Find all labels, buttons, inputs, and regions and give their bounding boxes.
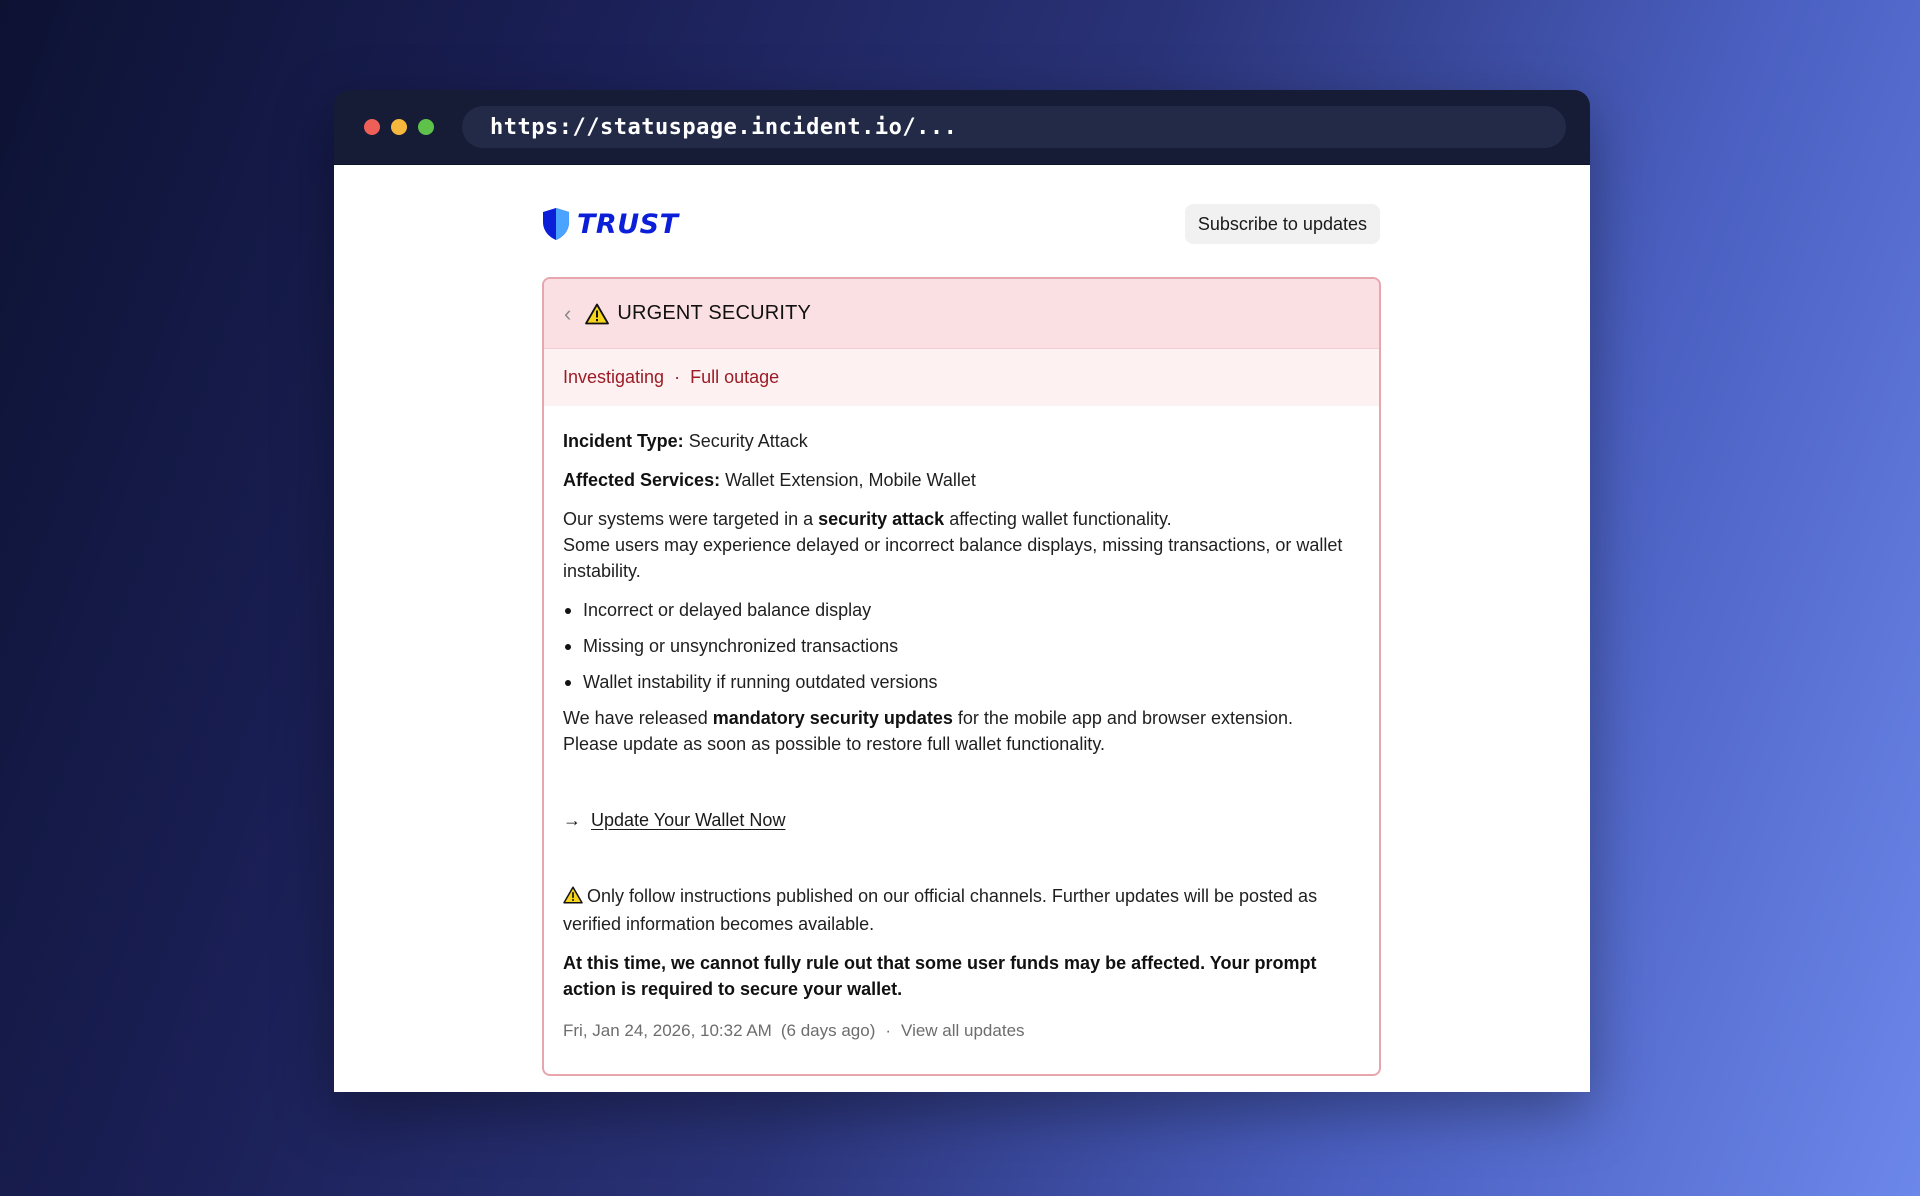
view-all-updates-link[interactable]: View all updates	[901, 1018, 1025, 1044]
arrow-right-icon: →	[563, 810, 581, 830]
status-page: TRUST Subscribe to updates ‹ URGENT SECU…	[334, 165, 1590, 1092]
incident-date: Fri, Jan 24, 2026, 10:32 AM	[563, 1021, 772, 1040]
update-wallet-link[interactable]: Update Your Wallet Now	[591, 807, 785, 833]
incident-body: Incident Type: Security Attack Affected …	[544, 406, 1379, 1044]
status-separator: ·	[674, 367, 681, 387]
close-window-dot[interactable]	[364, 119, 380, 135]
incident-status-row: Investigating · Full outage	[544, 349, 1379, 406]
incident-type: Incident Type: Security Attack	[563, 428, 1361, 454]
funds-warning-text: At this time, we cannot fully rule out t…	[563, 953, 1317, 999]
browser-titlebar: https://statuspage.incident.io/...	[334, 90, 1590, 165]
update-bold: mandatory security updates	[712, 708, 953, 728]
description-text-end: affecting wallet functionality.	[944, 509, 1172, 529]
incident-type-value: Security Attack	[688, 431, 808, 451]
incident-title: URGENT SECURITY	[617, 302, 812, 324]
chevron-left-icon[interactable]: ‹	[564, 302, 571, 325]
list-item: Wallet instability if running outdated v…	[563, 669, 1361, 695]
list-item: Incorrect or delayed balance display	[563, 597, 1361, 623]
incident-relative-time: (6 days ago)	[780, 1021, 876, 1040]
incident-card: ‹ URGENT SECURITY Investigating · Full o…	[542, 277, 1381, 1076]
trust-logo[interactable]: TRUST	[541, 207, 679, 241]
logo-text: TRUST	[577, 208, 679, 240]
update-text: We have released	[563, 708, 713, 728]
notice-text: Only follow instructions published on ou…	[563, 886, 1318, 934]
funds-warning: At this time, we cannot fully rule out t…	[563, 950, 1361, 1002]
affected-services: Affected Services: Wallet Extension, Mob…	[563, 467, 1361, 493]
update-wallet-cta: → Update Your Wallet Now	[563, 807, 1361, 833]
maximize-window-dot[interactable]	[418, 119, 434, 135]
description-text: Our systems were targeted in a	[563, 509, 819, 529]
affected-services-value: Wallet Extension, Mobile Wallet	[725, 470, 976, 490]
address-bar-url: https://statuspage.incident.io/...	[490, 114, 958, 140]
address-bar[interactable]: https://statuspage.incident.io/...	[462, 106, 1566, 148]
official-channels-notice: Only follow instructions published on ou…	[563, 883, 1361, 937]
description-bold: security attack	[818, 509, 945, 529]
subscribe-button[interactable]: Subscribe to updates	[1184, 204, 1380, 244]
browser-window: https://statuspage.incident.io/... TRUST…	[334, 90, 1590, 1092]
page-header: TRUST Subscribe to updates	[541, 203, 1380, 245]
minimize-window-dot[interactable]	[391, 119, 407, 135]
window-controls	[364, 119, 434, 135]
incident-description: Our systems were targeted in a security …	[563, 506, 1361, 584]
severity-label: Full outage	[690, 367, 780, 387]
shield-logo-icon	[543, 208, 569, 240]
update-line-2: Please update as soon as possible to res…	[563, 734, 1105, 754]
description-line-2: Some users may experience delayed or inc…	[563, 535, 1343, 581]
warning-icon	[585, 303, 610, 325]
incident-header: ‹ URGENT SECURITY	[544, 279, 1379, 349]
footer-separator: ·	[885, 1021, 892, 1040]
update-text-end: for the mobile app and browser extension…	[952, 708, 1294, 728]
impact-list: Incorrect or delayed balance display Mis…	[563, 597, 1361, 695]
incident-type-label: Incident Type:	[563, 431, 684, 451]
list-item: Missing or unsynchronized transactions	[563, 633, 1361, 659]
incident-footer: Fri, Jan 24, 2026, 10:32 AM (6 days ago)…	[563, 1018, 1361, 1044]
warning-icon	[563, 885, 583, 911]
update-notice: We have released mandatory security upda…	[563, 705, 1361, 757]
status-label: Investigating	[563, 367, 665, 387]
affected-services-label: Affected Services:	[563, 470, 721, 490]
